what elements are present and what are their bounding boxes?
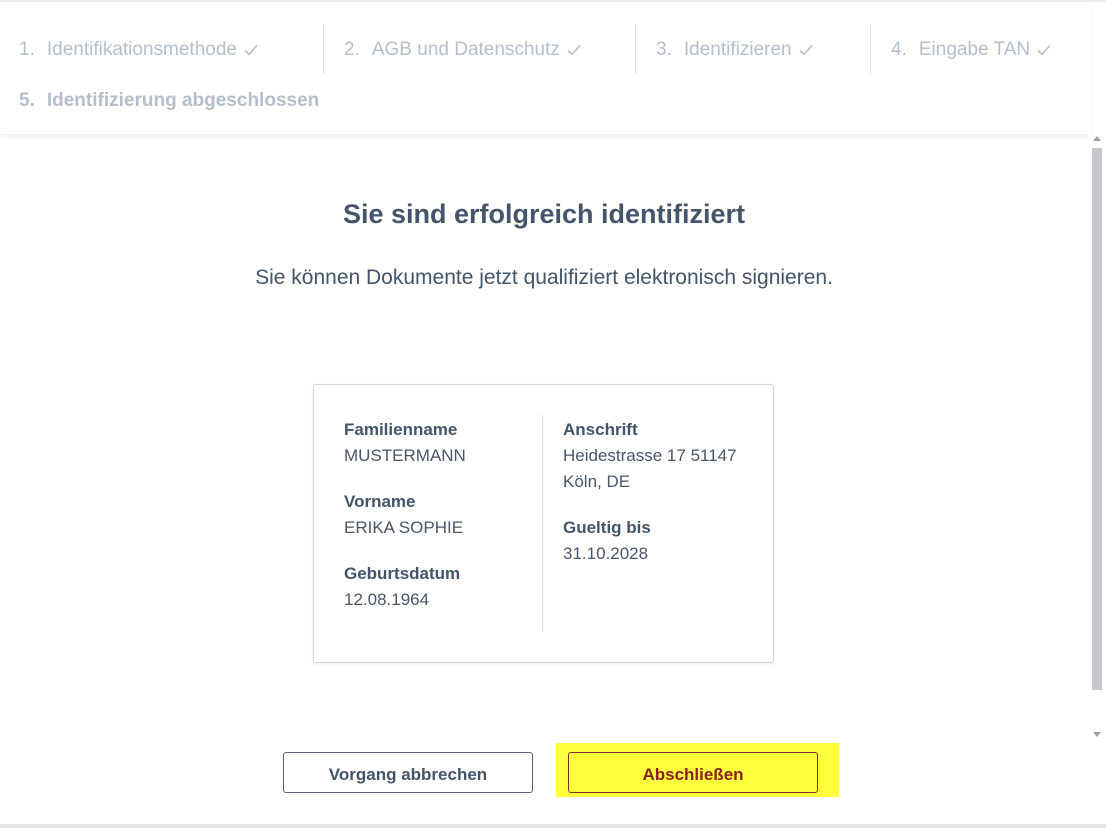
scroll-thumb[interactable] <box>1092 148 1102 690</box>
check-icon <box>798 43 814 57</box>
cancel-process-button[interactable]: Vorgang abbrechen <box>283 752 533 793</box>
surname-value: MUSTERMANN <box>344 446 466 465</box>
surname-field: Familienname MUSTERMANN <box>344 417 534 469</box>
scroll-down-arrow-icon[interactable] <box>1093 732 1101 737</box>
step-identify: 3. Identifizieren <box>656 38 814 62</box>
step-label: Identifizierung abgeschlossen <box>46 90 320 111</box>
identity-right-column: Anschrift Heidestrasse 17 51147 Köln, DE… <box>563 417 763 587</box>
progress-steps: 1. Identifikationsmethode 2. AGB und Daten… <box>0 2 1090 135</box>
birthdate-field: Geburtsdatum 12.08.1964 <box>344 561 534 613</box>
step-number: 2. <box>344 39 360 60</box>
step-enter-tan: 4. Eingabe TAN <box>891 38 1052 62</box>
check-icon <box>1036 43 1052 57</box>
finish-button[interactable]: Abschließen <box>568 752 818 793</box>
vertical-scrollbar[interactable] <box>1088 134 1106 828</box>
step-number: 1. <box>19 39 35 60</box>
address-line1: Heidestrasse 17 51147 <box>563 446 737 465</box>
identity-card: Familienname MUSTERMANN Vorname ERIKA SO… <box>313 384 774 663</box>
step-divider <box>635 24 636 74</box>
birthdate-label: Geburtsdatum <box>344 564 461 583</box>
page-subtitle: Sie können Dokumente jetzt qualifiziert … <box>255 266 833 289</box>
address-label: Anschrift <box>563 420 638 439</box>
step-identification-complete: 5. Identifizierung abgeschlossen <box>19 89 319 113</box>
step-divider <box>323 24 324 74</box>
birthdate-value: 12.08.1964 <box>344 590 430 609</box>
identity-left-column: Familienname MUSTERMANN Vorname ERIKA SO… <box>344 417 534 633</box>
valid-until-field: Gueltig bis 31.10.2028 <box>563 515 763 567</box>
address-field: Anschrift Heidestrasse 17 51147 Köln, DE <box>563 417 763 495</box>
surname-label: Familienname <box>344 420 458 439</box>
valid-until-label: Gueltig bis <box>563 518 651 537</box>
check-icon <box>566 43 582 57</box>
firstname-field: Vorname ERIKA SOPHIE <box>344 489 534 541</box>
card-divider <box>542 415 543 632</box>
step-identification-method: 1. Identifikationsmethode <box>19 38 259 62</box>
step-number: 5. <box>19 90 35 111</box>
step-label: Identifikationsmethode <box>46 39 237 60</box>
step-label: Identifizieren <box>683 39 792 60</box>
step-number: 4. <box>891 39 907 60</box>
step-terms-privacy: 2. AGB und Datenschutz <box>344 38 582 62</box>
page-title: Sie sind erfolgreich identifiziert <box>342 199 746 229</box>
firstname-value: ERIKA SOPHIE <box>344 518 464 537</box>
valid-until-value: 31.10.2028 <box>563 544 649 563</box>
address-line2: Köln, DE <box>563 472 631 491</box>
step-label: AGB und Datenschutz <box>371 39 560 60</box>
scroll-up-arrow-icon[interactable] <box>1093 136 1101 141</box>
step-number: 3. <box>656 39 672 60</box>
step-divider <box>870 24 871 74</box>
identification-complete-page: 1. Identifikationsmethode 2. AGB und Daten… <box>0 0 1106 828</box>
firstname-label: Vorname <box>344 492 416 511</box>
step-label: Eingabe TAN <box>918 39 1031 60</box>
check-icon <box>243 43 259 57</box>
bottom-border <box>0 824 1106 828</box>
